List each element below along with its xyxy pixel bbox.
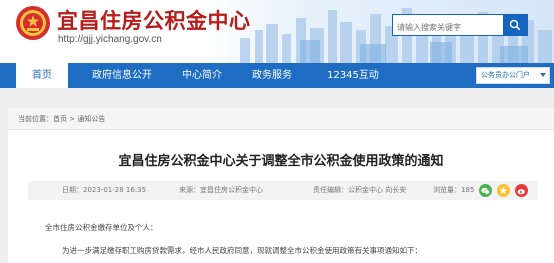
search-input[interactable] — [393, 17, 503, 38]
portal-select-value: 公务员办公门户 — [481, 71, 530, 79]
nav-item-services[interactable]: 政务服务 — [237, 63, 307, 88]
site-title: 宜昌住房公积金中心 — [57, 9, 251, 33]
site-header: 宜昌住房公积金中心 http://gjj.yichang.gov.cn — [0, 0, 554, 63]
breadcrumb-separator: > — [69, 115, 76, 123]
wechat-share-icon[interactable] — [479, 184, 492, 197]
main-nav: 首页 政府信息公开 中心简介 政务服务 12345互动 公务员办公门户 — [0, 63, 554, 88]
nav-item-12345[interactable]: 12345互动 — [317, 63, 389, 88]
search-icon — [509, 19, 521, 31]
nav-item-about[interactable]: 中心简介 — [170, 63, 234, 88]
breadcrumb-current-link[interactable]: 通知公告 — [77, 115, 105, 123]
article-meta-bar: 日期：2023-01-28 16:35 来源：宜昌住房公积金中心 责任编辑：公积… — [28, 181, 538, 200]
search-button[interactable] — [503, 14, 527, 36]
national-emblem-logo — [16, 6, 50, 40]
nav-item-gov-info[interactable]: 政府信息公开 — [81, 63, 163, 88]
article-title: 宜昌住房公积金中心关于调整全市公积金使用政策的通知 — [118, 154, 444, 169]
breadcrumb-prefix: 当前位置： — [18, 115, 53, 123]
article-paragraph-intro: 为进一步满足缴存职工购房贷款需求，经市人民政府同意，现就调整全市公积金使用政策有… — [62, 246, 422, 255]
weibo-share-icon[interactable] — [515, 184, 528, 197]
breadcrumb-home-link[interactable]: 首页 — [53, 115, 67, 123]
breadcrumb: 当前位置：首页 > 通知公告 — [8, 108, 554, 130]
article-paragraph-salutation: 全市住房公积金缴存单位及个人： — [45, 223, 158, 232]
portal-select[interactable]: 公务员办公门户 — [476, 67, 550, 84]
article-source: 来源：宜昌住房公积金中心 — [179, 186, 263, 194]
nav-item-home[interactable]: 首页 — [16, 63, 68, 88]
qzone-share-icon[interactable] — [497, 184, 510, 197]
article-views: 浏览量：185 — [433, 186, 475, 194]
site-url: http://gjj.yichang.gov.cn — [58, 34, 162, 45]
search-box — [392, 14, 528, 38]
article-date: 日期：2023-01-28 16:35 — [62, 186, 147, 194]
chevron-down-icon — [540, 73, 546, 77]
article-editor: 责任编辑：公积金中心 向长安 — [313, 186, 407, 194]
